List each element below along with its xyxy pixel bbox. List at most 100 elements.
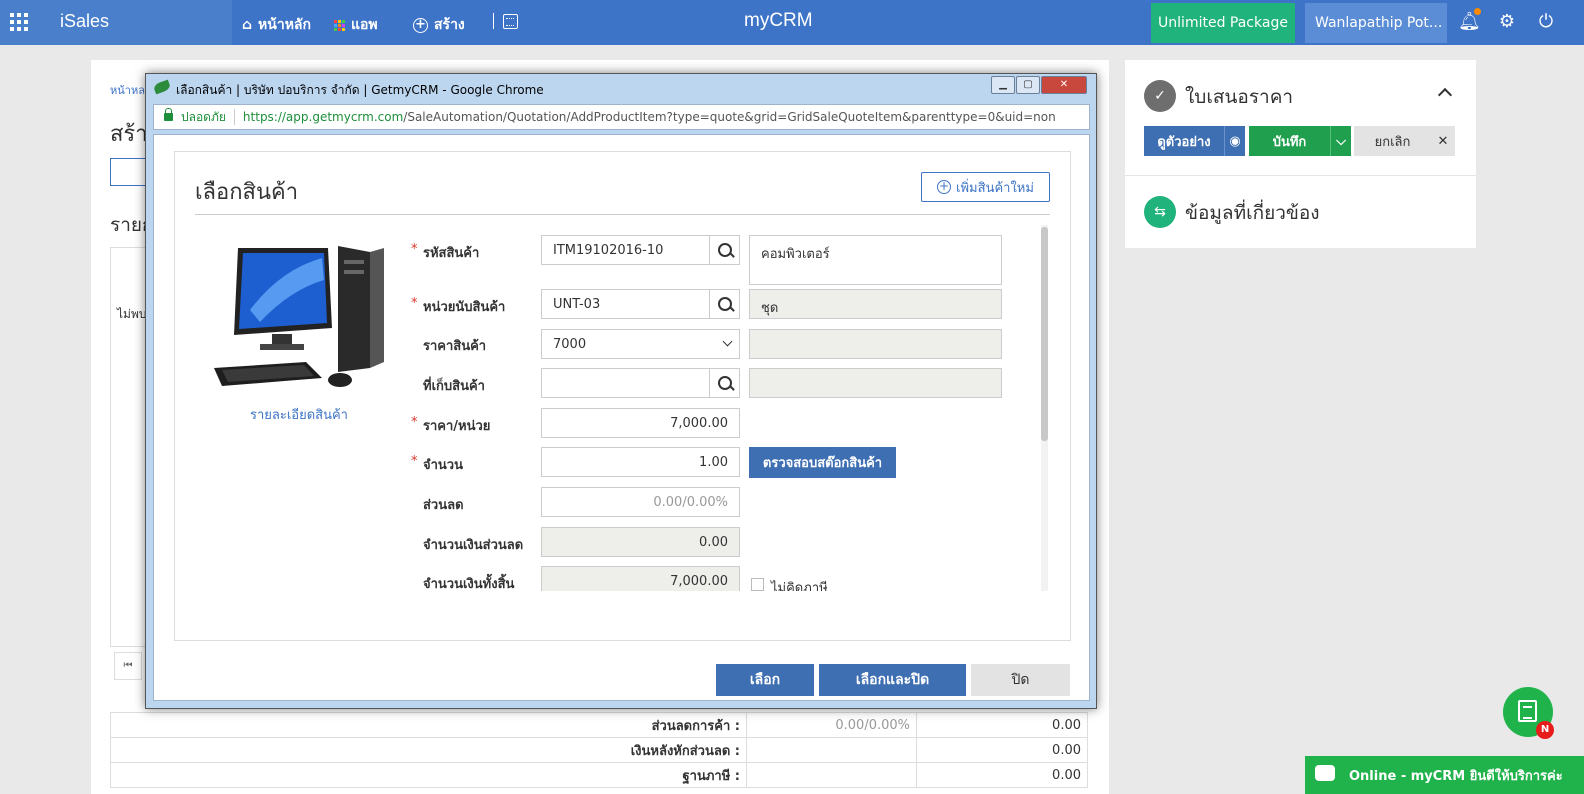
- nav-home[interactable]: ⌂ หน้าหลัก: [242, 14, 311, 36]
- quantity-label: จำนวน: [423, 458, 463, 473]
- price-extra-field: [749, 329, 1002, 359]
- unit-price-input[interactable]: 7,000.00: [541, 408, 740, 438]
- required-marker: *: [411, 415, 418, 430]
- unit-label: หน่วยนับสินค้า: [423, 300, 506, 315]
- select-button[interactable]: เลือก: [716, 664, 814, 696]
- form-title: เลือกสินค้า: [195, 180, 299, 205]
- bg-input[interactable]: [110, 158, 150, 186]
- discount-input[interactable]: 0.00/0.00%: [541, 487, 740, 517]
- scrollbar-thumb[interactable]: [1041, 227, 1048, 441]
- warehouse-search-icon[interactable]: [709, 368, 740, 398]
- secure-label: ปลอดภัย: [181, 109, 226, 124]
- app-grid-icon[interactable]: [10, 13, 28, 31]
- chat-fab-button[interactable]: N: [1503, 687, 1554, 739]
- page-title: สร้า: [110, 122, 148, 147]
- chevron-up-icon[interactable]: [1437, 87, 1453, 103]
- select-product-popup-window: เลือกสินค้า | บริษัท ปอบริการ จำกัด | Ge…: [145, 73, 1097, 709]
- required-marker: *: [411, 454, 418, 469]
- home-icon: ⌂: [242, 17, 253, 33]
- no-tax-checkbox[interactable]: [751, 578, 764, 591]
- discount-amount-label: จำนวนเงินส่วนลด: [423, 538, 524, 553]
- popup-body: เลือกสินค้า + เพิ่มสินค้าใหม่ รายละเอียด…: [153, 134, 1090, 701]
- table-row: ส่วนลดการค้า : 0.00/0.00% 0.00: [110, 712, 1088, 738]
- eye-icon[interactable]: ◉: [1224, 126, 1245, 156]
- cancel-button[interactable]: ยกเลิก: [1354, 126, 1431, 156]
- notification-badge: N: [1536, 721, 1554, 739]
- select-product-form: เลือกสินค้า + เพิ่มสินค้าใหม่ รายละเอียด…: [174, 151, 1071, 641]
- summary-table: ส่วนลดการค้า : 0.00/0.00% 0.00 เงินหลังห…: [110, 712, 1088, 788]
- brand-name[interactable]: iSales: [60, 11, 109, 32]
- price-label: ราคาสินค้า: [423, 339, 487, 354]
- window-title: เลือกสินค้า | บริษัท ปอบริการ จำกัด | Ge…: [176, 83, 544, 97]
- window-close-icon[interactable]: ✕: [1041, 76, 1087, 94]
- form-scrollbar[interactable]: [1041, 225, 1048, 591]
- quotation-title: ใบเสนอราคา: [1185, 86, 1294, 108]
- form-fields: * รหัสสินค้า ITM19102016-10 คอมพิวเตอร์ …: [175, 224, 1055, 591]
- save-dropdown-chevron-icon[interactable]: ⌵: [1330, 126, 1351, 156]
- chat-bubble-icon: [1315, 765, 1335, 781]
- price-select[interactable]: 7000: [541, 329, 740, 359]
- add-new-product-button[interactable]: + เพิ่มสินค้าใหม่: [921, 172, 1050, 202]
- bell-icon[interactable]: 🔔︎: [1458, 12, 1481, 32]
- lock-icon: [164, 108, 173, 121]
- close-button[interactable]: ปิด: [971, 664, 1070, 696]
- power-icon[interactable]: ⏻: [1536, 12, 1556, 32]
- required-marker: *: [411, 296, 418, 311]
- divider: [195, 214, 1050, 215]
- warehouse-input[interactable]: [541, 368, 710, 398]
- online-chat-bar[interactable]: Online - myCRM ยินดีให้บริการค่ะ: [1305, 756, 1584, 794]
- unit-search-icon[interactable]: [709, 289, 740, 319]
- breadcrumb[interactable]: หน้าหล: [110, 81, 145, 99]
- notification-dot: [1474, 8, 1481, 15]
- related-info-title[interactable]: ข้อมูลที่เกี่ยวข้อง: [1185, 198, 1320, 228]
- table-row: ฐานภาษี : 0.00: [110, 762, 1088, 788]
- unit-price-label: ราคา/หน่วย: [423, 419, 491, 434]
- url-host: https://app.getmycrm.com: [242, 110, 404, 124]
- clipboard-icon: ✓: [1144, 80, 1176, 112]
- preview-button[interactable]: ดูตัวอย่าง: [1144, 126, 1224, 156]
- brand-area: iSales: [0, 0, 232, 45]
- empty-text: ไม่พบ: [117, 307, 147, 321]
- unit-input[interactable]: UNT-03: [541, 289, 710, 319]
- top-navbar: iSales ⌂ หน้าหลัก แอพ + สร้าง myCRM Unli…: [0, 0, 1584, 45]
- related-info-icon: ⇆: [1144, 196, 1176, 228]
- mycrm-logo: myCRM: [744, 10, 813, 31]
- plus-circle-icon: +: [413, 17, 428, 33]
- discount-amount-field: 0.00: [541, 527, 740, 557]
- plus-circle-icon: +: [937, 179, 952, 194]
- user-menu-button[interactable]: Wanlapathip Pot... ⌵: [1305, 3, 1447, 43]
- url-path: /SaleAutomation/Quotation/AddProductItem…: [403, 110, 1056, 124]
- table-row: เงินหลังหักส่วนลด : 0.00: [110, 737, 1088, 763]
- warehouse-name-field: [749, 368, 1002, 398]
- nav-create[interactable]: + สร้าง: [413, 14, 465, 36]
- document-icon: [1518, 700, 1537, 722]
- total-amount-field: 7,000.00: [541, 566, 740, 591]
- no-tax-label: ไม่คิดภาษี: [771, 581, 828, 591]
- product-name-textarea[interactable]: คอมพิวเตอร์: [749, 235, 1002, 285]
- product-code-label: รหัสสินค้า: [423, 246, 480, 261]
- getmycrm-favicon-icon: [152, 79, 172, 95]
- nav-separator: [493, 13, 494, 29]
- first-page-button[interactable]: ⏮: [114, 652, 142, 680]
- nav-apps[interactable]: แอพ: [334, 14, 378, 36]
- minimize-icon[interactable]: ▁: [991, 76, 1015, 94]
- required-marker: *: [411, 242, 418, 257]
- close-icon[interactable]: ✕: [1431, 126, 1455, 156]
- maximize-icon[interactable]: ▢: [1016, 76, 1040, 94]
- save-button[interactable]: บันทึก: [1249, 126, 1330, 156]
- divider: [1125, 175, 1476, 176]
- check-stock-button[interactable]: ตรวจสอบสต๊อกสินค้า: [749, 447, 896, 478]
- form-scroll-area: * รหัสสินค้า ITM19102016-10 คอมพิวเตอร์ …: [175, 224, 1055, 591]
- calendar-icon[interactable]: [503, 14, 518, 29]
- warehouse-label: ที่เก็บสินค้า: [423, 379, 485, 394]
- select-and-close-button[interactable]: เลือกและปิด: [819, 664, 966, 696]
- quantity-input[interactable]: 1.00: [541, 447, 740, 477]
- address-bar[interactable]: ปลอดภัย https://app.getmycrm.com /SaleAu…: [153, 104, 1090, 130]
- unit-name-field: ชุด: [749, 289, 1002, 319]
- total-amount-label: จำนวนเงินทั้งสิ้น: [423, 577, 515, 591]
- gear-icon[interactable]: ⚙: [1497, 12, 1517, 32]
- product-code-input[interactable]: ITM19102016-10: [541, 235, 710, 265]
- quotation-panel: ✓ ใบเสนอราคา ดูตัวอย่าง ◉ บันทึก ⌵ ยกเลิ…: [1125, 60, 1476, 248]
- unlimited-package-button[interactable]: Unlimited Package: [1151, 3, 1295, 43]
- product-code-search-icon[interactable]: [709, 235, 740, 265]
